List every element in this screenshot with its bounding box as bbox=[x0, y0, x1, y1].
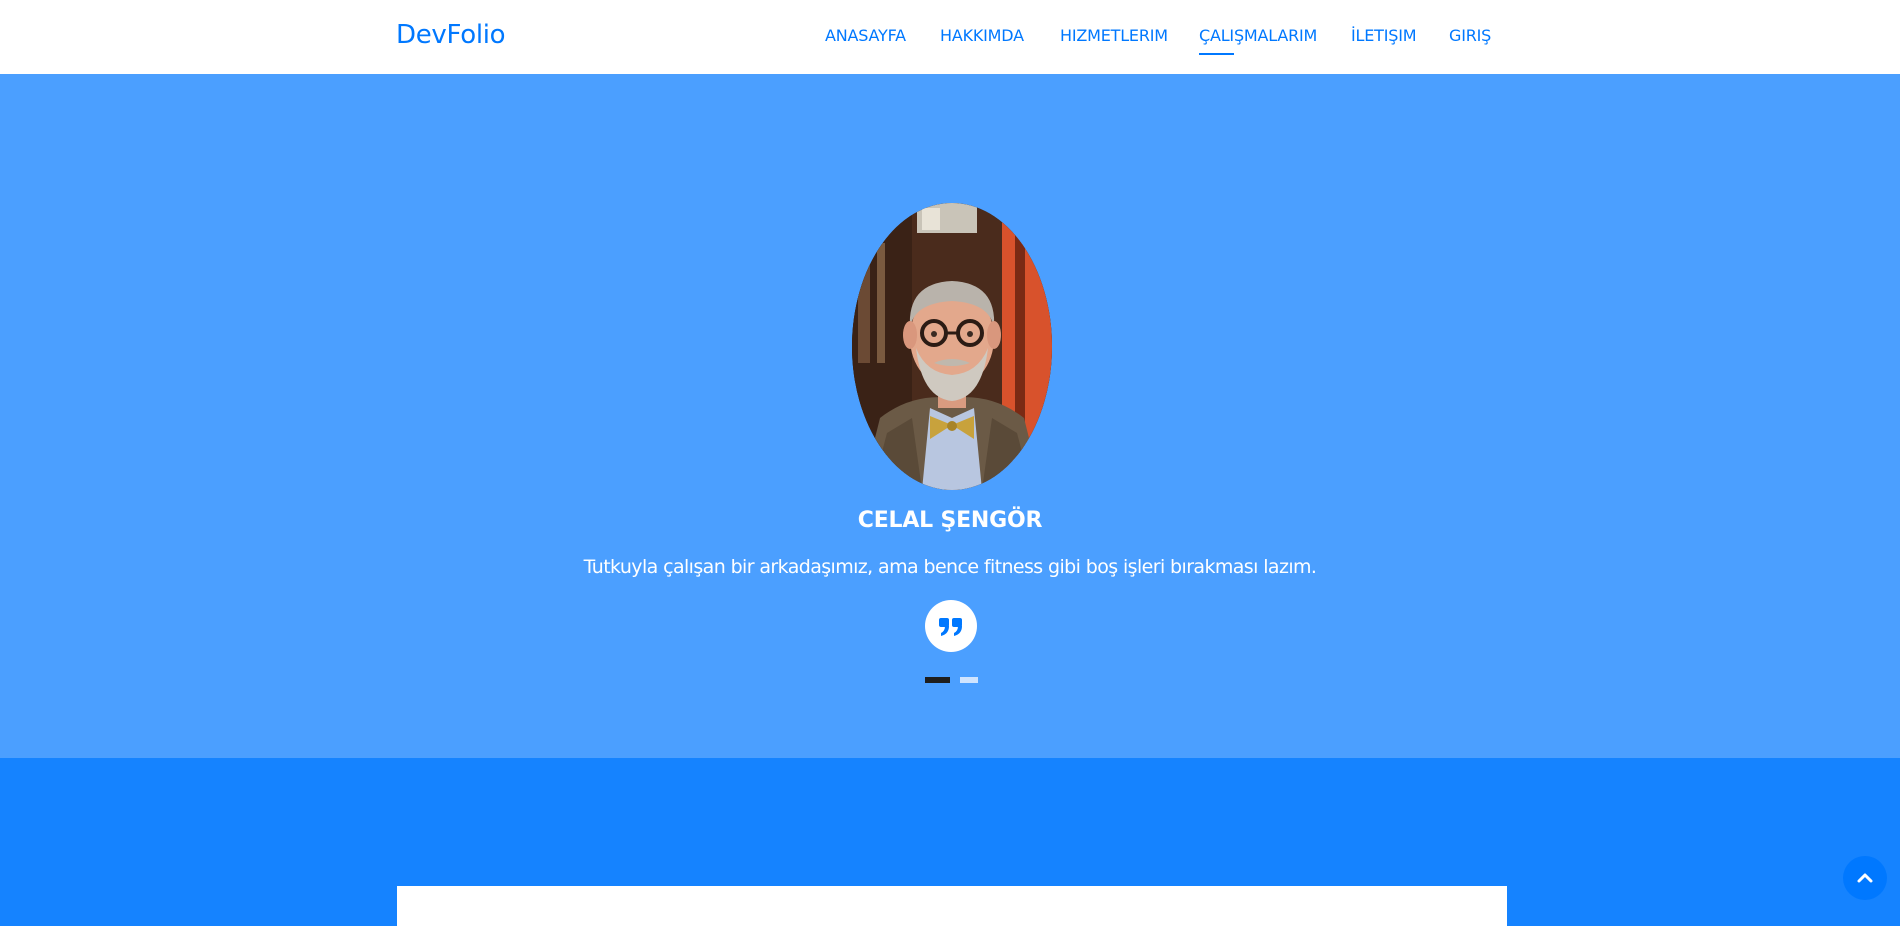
testimonial-name: CELAL ŞENGÖR bbox=[857, 508, 1043, 533]
content-card bbox=[397, 886, 1507, 926]
nav-item-giris[interactable]: GIRIŞ bbox=[1449, 26, 1491, 50]
nav-item-anasayfa[interactable]: ANASAYFA bbox=[825, 26, 906, 50]
nav-item-calismalarim[interactable]: ÇALIŞMALARIM bbox=[1199, 26, 1317, 55]
carousel-dot-1[interactable] bbox=[925, 677, 950, 683]
top-navbar: DevFolio ANASAYFA HAKKIMDA HIZMETLERIM Ç… bbox=[0, 0, 1900, 74]
nav-item-hizmetlerim[interactable]: HIZMETLERIM bbox=[1060, 26, 1168, 50]
person-portrait bbox=[852, 203, 1052, 490]
testimonial-quote: Tutkuyla çalışan bir arkadaşımız, ama be… bbox=[583, 556, 1317, 578]
carousel-dot-2[interactable] bbox=[960, 677, 978, 683]
brand-logo[interactable]: DevFolio bbox=[396, 20, 506, 50]
nav-item-hakkimda[interactable]: HAKKIMDA bbox=[940, 26, 1024, 50]
back-to-top-button[interactable] bbox=[1843, 856, 1887, 900]
chevron-up-icon bbox=[1857, 873, 1873, 883]
nav-item-iletisim[interactable]: İLETIŞIM bbox=[1351, 26, 1417, 50]
quote-right-icon bbox=[925, 600, 977, 652]
